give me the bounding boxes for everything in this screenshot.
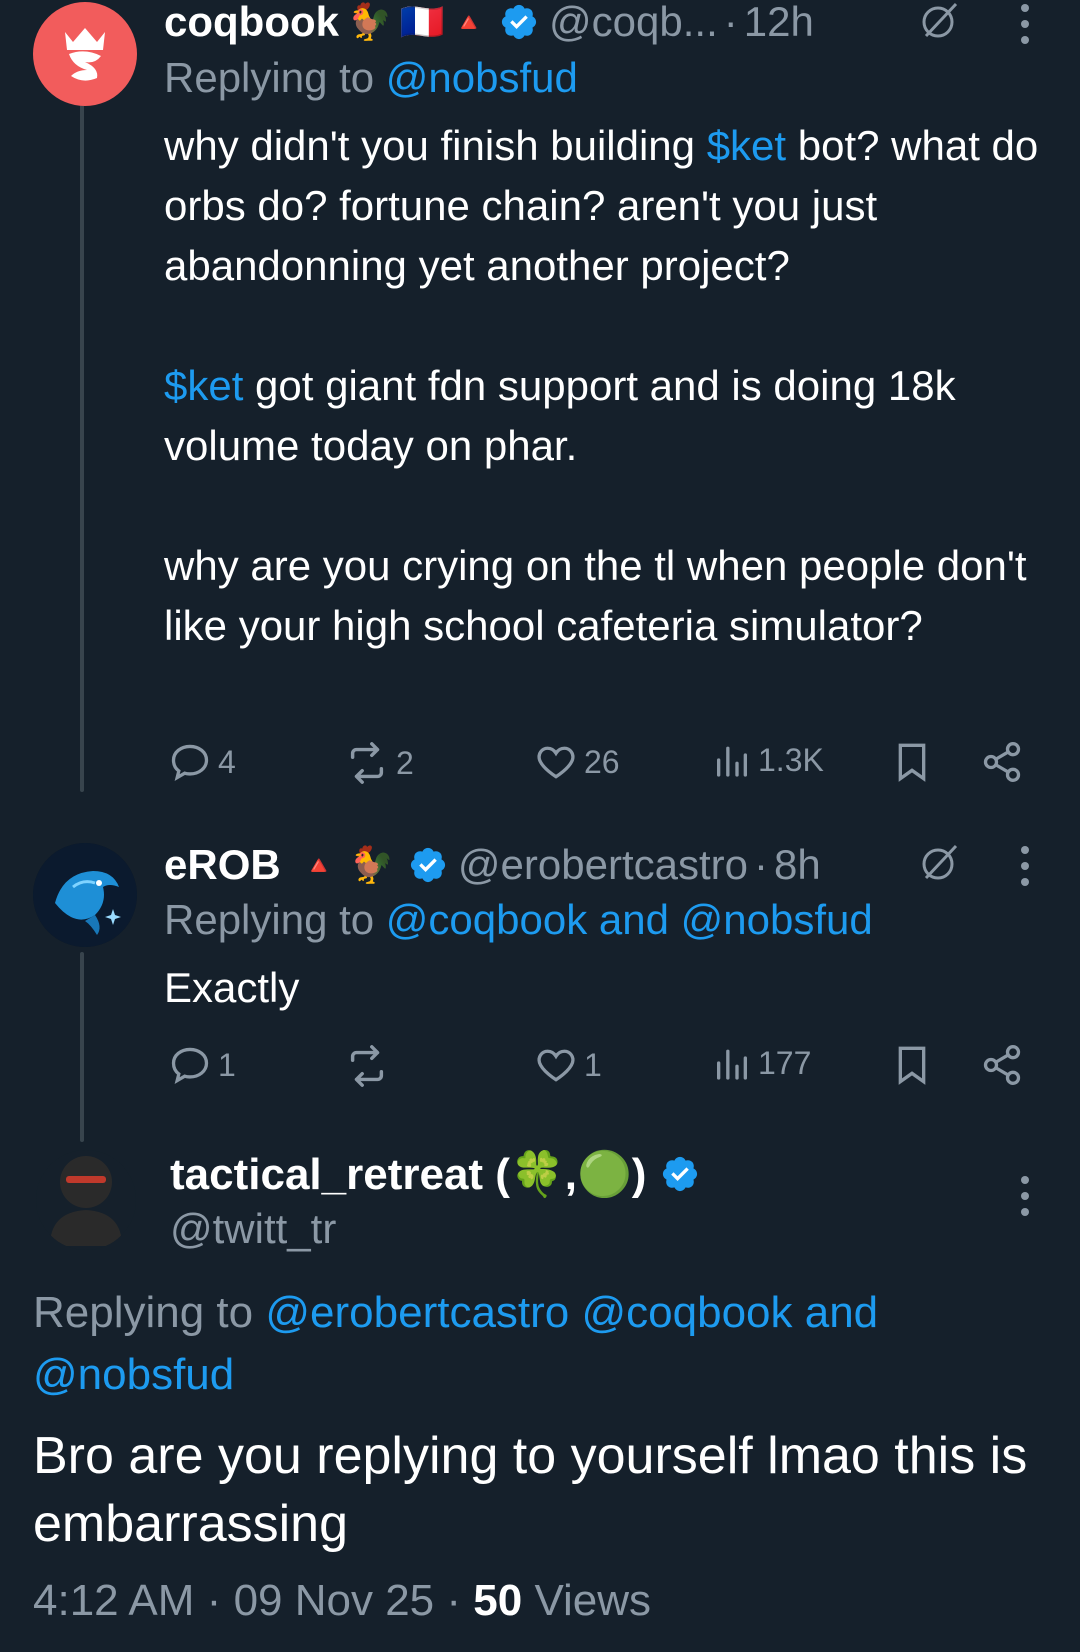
rooster-emoji-icon: 🐓 [347,1,392,42]
retweet-button[interactable]: 2 [344,740,414,786]
share-icon [983,742,1021,782]
verified-badge-icon [408,845,448,885]
retweet-button[interactable] [344,1043,396,1089]
share-button[interactable] [980,740,1024,784]
main-replying-to: Replying to @erobertcastro @coqbook and … [33,1288,879,1399]
views-count: 177 [758,1044,812,1081]
tweet2-display-name[interactable]: eROB [164,841,281,889]
retweet-icon [350,742,384,784]
verified-badge-icon [660,1154,700,1194]
crown-logo-icon [65,28,105,81]
reply-count: 1 [218,1046,236,1083]
bookmark-button[interactable] [892,1043,932,1087]
more-options-icon[interactable] [1020,1176,1030,1216]
views-button[interactable]: 1.3K [712,740,824,780]
tweet2-text: Exactly [164,964,300,1011]
reply-icon [171,744,209,781]
tweet1-actions: 4 2 26 1.3K [164,740,1044,790]
like-button[interactable]: 1 [534,1043,602,1087]
tweet1-header: coqbook 🐓 🇫🇷 🔺 @coqb... · 12h [164,0,814,46]
reply-count: 4 [218,743,236,780]
avatar-tactical-retreat[interactable] [36,1150,136,1250]
rooster-emoji-icon: 🐓 [349,844,394,885]
thread-line-1 [80,102,84,792]
red-triangle-icon: 🔺 [302,849,336,880]
like-button[interactable]: 26 [534,740,620,784]
avatar-erob[interactable] [33,843,137,947]
main-tweet-text: Bro are you replying to yourself lmao th… [33,1427,1028,1553]
grok-icon[interactable] [918,842,960,889]
main-display-name[interactable]: tactical_retreat (🍀,🟢) [170,1148,646,1200]
retweet-icon [350,1045,384,1087]
tweet1-display-name[interactable]: coqbook [164,0,339,46]
red-triangle-icon: 🔺 [452,6,486,37]
separator-dot: · [754,841,768,888]
tweet2-replying-to: Replying to @coqbook and @nobsfud [164,896,873,943]
reply-button[interactable]: 1 [168,1043,236,1087]
ninja-avatar-icon [50,1156,122,1246]
main-tweet-meta: 4:12 AM · 09 Nov 25 · 50 Views [33,1576,652,1625]
tweet1-time[interactable]: 12h [744,0,814,46]
france-flag-icon: 🇫🇷 [399,1,445,42]
bookmark-icon [898,1046,926,1085]
reply-button[interactable]: 4 [168,740,236,784]
tweet2-actions: 1 1 177 [164,1043,1044,1093]
share-icon [983,1045,1021,1085]
tweet1-text: why didn't you finish building $ket bot?… [164,122,1050,649]
mention-link[interactable]: @nobsfud [33,1350,234,1399]
tweet2-time[interactable]: 8h [774,841,821,889]
more-options-icon[interactable] [1020,4,1030,44]
mention-link[interactable]: @nobsfud [386,54,578,101]
share-button[interactable] [980,1043,1024,1087]
grok-icon[interactable] [918,0,960,47]
like-count: 26 [584,743,620,780]
tweet1-handle[interactable]: @coqb... [549,0,718,46]
heart-icon [537,746,575,779]
mention-link[interactable]: @erobertcastro @coqbook and [265,1288,878,1337]
thread-line-2 [80,952,84,1142]
bookmark-icon [898,743,926,782]
separator-dot: · [723,0,738,45]
tweet2-header: eROB 🔺 🐓 @erobertcastro · 8h [164,841,821,889]
heart-icon [537,1049,575,1082]
views-chart-icon [717,746,747,777]
tweet1-replying-to: Replying to @nobsfud [164,54,578,101]
tweet2-handle[interactable]: @erobertcastro [458,841,748,889]
cashtag-link[interactable]: $ket [164,362,243,409]
more-options-icon[interactable] [1020,846,1030,886]
main-time[interactable]: 4:12 AM [33,1576,194,1625]
views-chart-icon [717,1049,747,1080]
bookmark-button[interactable] [892,740,932,784]
mention-link[interactable]: @coqbook and @nobsfud [386,896,873,943]
main-header: tactical_retreat (🍀,🟢) [170,1148,700,1200]
main-handle[interactable]: @twitt_tr [170,1205,336,1253]
like-count: 1 [584,1046,602,1083]
retweet-count: 2 [396,744,414,781]
views-button[interactable]: 177 [712,1043,811,1083]
dolphin-avatar-icon [33,843,137,947]
main-views-label: Views [534,1576,652,1625]
main-date[interactable]: 09 Nov 25 [234,1576,435,1625]
verified-badge-icon [499,2,539,42]
main-views-count: 50 [473,1576,523,1625]
cashtag-link[interactable]: $ket [707,122,786,169]
views-count: 1.3K [758,741,824,778]
reply-icon [171,1047,209,1084]
avatar-coqbook[interactable] [33,2,137,106]
